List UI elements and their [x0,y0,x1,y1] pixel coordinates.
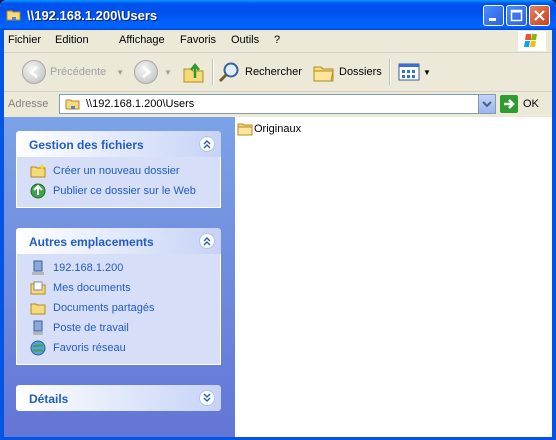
collapse-icon[interactable] [199,233,215,249]
maximize-icon [510,9,523,22]
expand-icon[interactable] [199,390,215,406]
other-places-title: Autres emplacements [29,235,154,249]
views-icon [398,63,420,81]
back-arrow-icon [22,60,46,84]
shared-folder-icon [30,303,46,315]
details-title: Détails [29,392,69,406]
file-list[interactable]: Originaux [235,117,552,437]
maximize-button[interactable] [506,5,527,26]
up-folder-icon [183,62,204,83]
my-documents-icon [30,281,46,295]
network-computer-link[interactable]: 192.168.1.200 [17,258,220,278]
other-places-panel: Autres emplacements 192.168.1.200 Mes do… [16,228,221,365]
title-bar[interactable]: \\192.168.1.200\Users [0,0,556,30]
collapse-icon[interactable] [199,136,215,152]
menu-fichier[interactable]: Fichier [8,34,41,46]
folder-icon [237,123,253,136]
back-dropdown-icon[interactable]: ▼ [116,68,124,77]
file-tasks-panel: Gestion des fichiers Créer un nouveau do… [16,131,221,208]
other-places-header[interactable]: Autres emplacements [16,228,221,254]
toolbar-separator [212,59,214,85]
network-folder-icon [6,10,21,21]
address-input[interactable]: \\192.168.1.200\Users [59,94,496,114]
publish-web-icon [30,183,46,199]
close-icon [534,10,545,21]
go-arrow-icon [500,95,518,113]
go-label: OK [523,98,539,110]
menu-favoris[interactable]: Favoris [180,34,216,46]
network-places-icon [30,340,46,356]
window-border-right [552,30,556,440]
menu-affichage[interactable]: Affichage [119,34,165,46]
toolbar: Précédente ▼ ▼ Rechercher Dossiers ▼ [4,53,552,92]
chevron-down-icon [482,101,492,108]
search-label: Rechercher [245,66,302,78]
folder-name: Originaux [254,123,302,135]
search-button[interactable]: Rechercher [218,57,302,87]
menu-bar: Fichier Edition Affichage Favoris Outils… [4,30,552,53]
network-places-link[interactable]: Favoris réseau [17,338,220,358]
my-computer-icon [33,320,43,335]
menu-edition[interactable]: Edition [55,34,89,46]
network-folder-icon [65,99,80,110]
my-documents-link[interactable]: Mes documents [17,278,220,298]
shared-documents-label: Documents partagés [53,302,155,314]
explorer-window: \\192.168.1.200\Users Fichier Edition Af… [0,0,556,440]
details-header[interactable]: Détails [16,385,221,411]
network-computer-icon [32,260,44,275]
network-computer-label: 192.168.1.200 [53,262,124,274]
new-folder-label: Créer un nouveau dossier [53,165,180,177]
window-border-left [0,30,4,440]
window-title: \\192.168.1.200\Users [27,8,158,23]
folder-item[interactable]: Originaux [237,121,301,137]
search-icon [218,62,239,83]
address-dropdown-button[interactable] [478,95,495,113]
publish-web-link[interactable]: Publier ce dossier sur le Web [17,181,220,201]
my-computer-label: Poste de travail [53,322,129,334]
up-folder-button[interactable] [182,57,206,87]
task-pane: Gestion des fichiers Créer un nouveau do… [4,117,235,437]
toolbar-separator [389,59,391,85]
go-button[interactable]: OK [500,94,539,114]
forward-arrow-icon [134,60,158,84]
close-button[interactable] [529,5,550,26]
address-bar: Adresse \\192.168.1.200\Users OK [4,92,552,116]
windows-flag-icon [524,34,537,47]
forward-dropdown-icon[interactable]: ▼ [164,68,172,77]
back-label: Précédente [50,66,107,78]
my-documents-label: Mes documents [53,282,131,294]
file-tasks-header[interactable]: Gestion des fichiers [16,131,221,157]
new-folder-link[interactable]: Créer un nouveau dossier [17,161,220,181]
back-button[interactable]: Précédente ▼ [22,57,124,87]
file-tasks-body: Créer un nouveau dossier Publier ce doss… [16,157,221,208]
forward-button[interactable]: ▼ [134,57,172,87]
publish-web-label: Publier ce dossier sur le Web [53,185,196,197]
folders-button[interactable]: Dossiers [312,57,382,87]
new-folder-icon [30,164,46,178]
my-computer-link[interactable]: Poste de travail [17,318,220,338]
address-label: Adresse [8,98,49,110]
other-places-body: 192.168.1.200 Mes documents Documents pa… [16,254,221,365]
folders-icon [313,66,334,82]
network-places-label: Favoris réseau [53,342,126,354]
shared-documents-link[interactable]: Documents partagés [17,298,220,318]
menu-outils[interactable]: Outils [231,34,259,46]
minimize-icon [489,18,496,21]
details-panel: Détails [16,385,221,411]
file-tasks-title: Gestion des fichiers [29,138,144,152]
minimize-button[interactable] [483,5,504,26]
address-value: \\192.168.1.200\Users [86,98,195,110]
views-button[interactable]: ▼ [397,57,431,87]
views-dropdown-icon: ▼ [423,67,431,77]
folders-label: Dossiers [339,66,382,78]
windows-logo [518,31,546,51]
menu-help[interactable]: ? [274,34,280,46]
